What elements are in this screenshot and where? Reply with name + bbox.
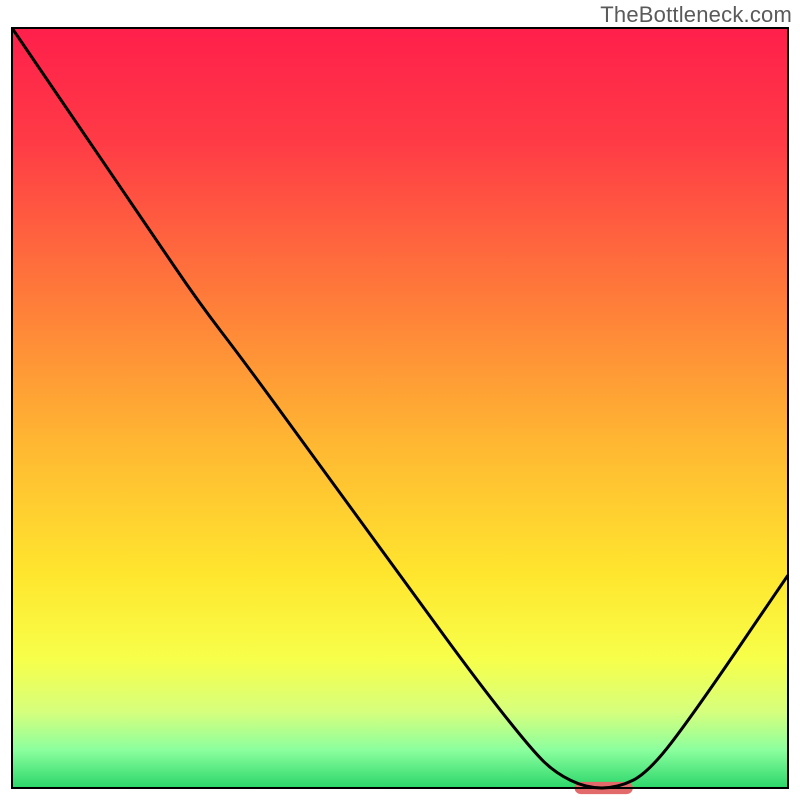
watermark-text: TheBottleneck.com bbox=[600, 2, 792, 28]
bottleneck-chart bbox=[0, 0, 800, 800]
plot-background bbox=[12, 28, 788, 788]
chart-container: TheBottleneck.com bbox=[0, 0, 800, 800]
